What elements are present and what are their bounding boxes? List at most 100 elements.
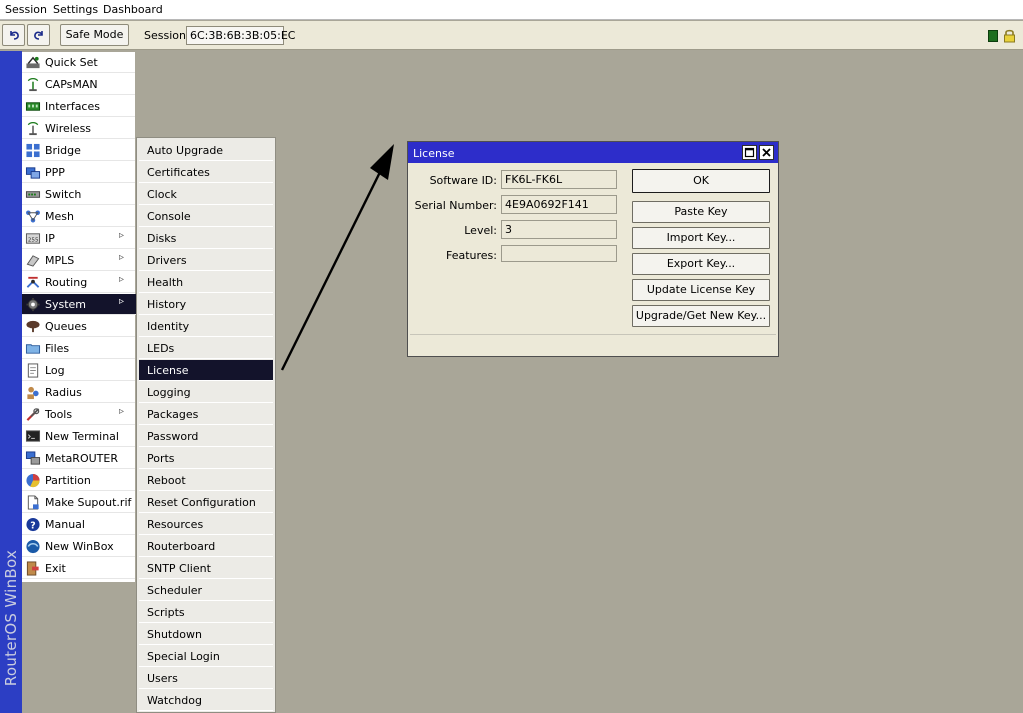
sidebar-item-files[interactable]: Files	[22, 338, 135, 359]
sidebar-item-mesh[interactable]: Mesh	[22, 206, 135, 227]
sidebar-item-label: Files	[45, 342, 70, 355]
submenu-item-label: SNTP Client	[147, 562, 211, 575]
submenu-item-label: Watchdog	[147, 694, 202, 707]
submenu-item-leds[interactable]: LEDs	[139, 338, 273, 359]
submenu-item-auto-upgrade[interactable]: Auto Upgrade	[139, 140, 273, 161]
submenu-item-shutdown[interactable]: Shutdown	[139, 624, 273, 645]
menu-dashboard[interactable]: Dashboard	[103, 3, 163, 16]
sidebar-item-label: Manual	[45, 518, 85, 531]
sidebar-item-label: Exit	[45, 562, 66, 575]
paste-key-button[interactable]: Paste Key	[632, 201, 770, 223]
submenu-item-label: Ports	[147, 452, 175, 465]
serial-number-label: Serial Number:	[414, 199, 497, 212]
sidebar-item-exit[interactable]: Exit	[22, 558, 135, 579]
update-license-key-button[interactable]: Update License Key	[632, 279, 770, 301]
sidebar-item-label: Tools	[45, 408, 73, 421]
close-button[interactable]	[759, 145, 774, 160]
sidebar-item-label: Bridge	[45, 144, 81, 157]
submenu-item-scheduler[interactable]: Scheduler	[139, 580, 273, 601]
sidebar-item-tools[interactable]: Tools ▹	[22, 404, 135, 425]
supout-file-icon	[27, 495, 39, 510]
submenu-item-reset-configuration[interactable]: Reset Configuration	[139, 492, 273, 513]
menu-session[interactable]: Session	[5, 3, 47, 16]
submenu-item-history[interactable]: History	[139, 294, 273, 315]
sidebar-item-make-supout-rif[interactable]: Make Supout.rif	[22, 492, 135, 513]
submenu-arrow-icon: ▹	[119, 230, 125, 241]
capsman-icon	[27, 77, 39, 92]
submenu-item-health[interactable]: Health	[139, 272, 273, 293]
sidebar-item-system[interactable]: System ▹	[22, 294, 139, 315]
submenu-item-resources[interactable]: Resources	[139, 514, 273, 535]
submenu-item-label: Auto Upgrade	[147, 144, 224, 157]
submenu-item-clock[interactable]: Clock	[139, 184, 273, 205]
sidebar-item-interfaces[interactable]: Interfaces	[22, 96, 135, 117]
submenu-item-ports[interactable]: Ports	[139, 448, 273, 469]
sidebar-item-bridge[interactable]: Bridge	[22, 140, 135, 161]
sidebar-item-quick-set[interactable]: Quick Set	[22, 52, 135, 73]
undo-button[interactable]	[2, 24, 25, 46]
submenu-item-watchdog[interactable]: Watchdog	[139, 690, 273, 711]
sidebar-item-label: Switch	[45, 188, 82, 201]
submenu-item-sntp-client[interactable]: SNTP Client	[139, 558, 273, 579]
submenu-item-disks[interactable]: Disks	[139, 228, 273, 249]
submenu-item-identity[interactable]: Identity	[139, 316, 273, 337]
import-key-button[interactable]: Import Key...	[632, 227, 770, 249]
sidebar-item-mpls[interactable]: MPLS ▹	[22, 250, 135, 271]
sidebar-item-log[interactable]: Log	[22, 360, 135, 381]
software-id-label: Software ID:	[429, 174, 497, 187]
license-window-titlebar[interactable]: License	[408, 142, 778, 163]
sidebar-item-queues[interactable]: Queues	[22, 316, 135, 337]
submenu-arrow-icon: ▹	[119, 406, 125, 417]
maximize-button[interactable]	[742, 145, 757, 160]
sidebar-strip: RouterOS WinBox	[0, 51, 22, 713]
connection-status-indicator	[988, 30, 998, 42]
safe-mode-button[interactable]: Safe Mode	[60, 24, 129, 46]
sidebar-item-wireless[interactable]: Wireless	[22, 118, 135, 139]
submenu-arrow-icon: ▹	[119, 296, 125, 307]
sidebar-brand: RouterOS WinBox	[2, 549, 20, 687]
sidebar-item-partition[interactable]: Partition	[22, 470, 135, 491]
submenu-item-logging[interactable]: Logging	[139, 382, 273, 403]
submenu-item-special-login[interactable]: Special Login	[139, 646, 273, 667]
submenu-item-reboot[interactable]: Reboot	[139, 470, 273, 491]
submenu-item-license[interactable]: License	[139, 360, 273, 381]
submenu-item-users[interactable]: Users	[139, 668, 273, 689]
software-id-field[interactable]: FK6L-FK6L	[501, 170, 617, 189]
switch-icon	[25, 191, 41, 198]
ip-icon: 255	[25, 233, 41, 244]
sidebar-item-radius[interactable]: Radius	[22, 382, 135, 403]
sidebar-item-capsman[interactable]: CAPsMAN	[22, 74, 135, 95]
session-label: Session:	[144, 29, 190, 42]
sidebar-item-label: MPLS	[45, 254, 75, 267]
level-label: Level:	[464, 224, 497, 237]
sidebar-item-switch[interactable]: Switch	[22, 184, 135, 205]
main-menu: Quick Set CAPsMAN Interfaces Wireless Bridge…	[22, 52, 139, 582]
sidebar-item-new-terminal[interactable]: New Terminal	[22, 426, 135, 447]
submenu-item-console[interactable]: Console	[139, 206, 273, 227]
ok-button[interactable]: OK	[632, 169, 770, 193]
sidebar-item-ip[interactable]: 255 IP ▹	[22, 228, 135, 249]
submenu-item-label: Users	[147, 672, 178, 685]
submenu-item-certificates[interactable]: Certificates	[139, 162, 273, 183]
sidebar-item-routing[interactable]: Routing ▹	[22, 272, 135, 293]
submenu-item-label: Drivers	[147, 254, 187, 267]
sidebar-item-metarouter[interactable]: MetaROUTER	[22, 448, 135, 469]
menu-settings[interactable]: Settings	[53, 3, 98, 16]
submenu-item-drivers[interactable]: Drivers	[139, 250, 273, 271]
sidebar-item-ppp[interactable]: PPP	[22, 162, 135, 183]
submenu-item-packages[interactable]: Packages	[139, 404, 273, 425]
upgrade-get-new-key-button[interactable]: Upgrade/Get New Key...	[632, 305, 770, 327]
submenu-item-password[interactable]: Password	[139, 426, 273, 447]
sidebar-item-manual[interactable]: ? Manual	[22, 514, 135, 535]
serial-number-field[interactable]: 4E9A0692F141	[501, 195, 617, 214]
level-field[interactable]: 3	[501, 220, 617, 239]
session-field[interactable]: 6C:3B:6B:3B:05:EC	[186, 26, 295, 45]
sidebar-item-new-winbox[interactable]: New WinBox	[22, 536, 135, 557]
submenu-item-label: Routerboard	[147, 540, 216, 553]
sidebar-item-label: New Terminal	[45, 430, 119, 443]
export-key-button[interactable]: Export Key...	[632, 253, 770, 275]
submenu-item-routerboard[interactable]: Routerboard	[139, 536, 273, 557]
submenu-item-scripts[interactable]: Scripts	[139, 602, 273, 623]
redo-button[interactable]	[27, 24, 50, 46]
features-field[interactable]	[501, 245, 617, 262]
